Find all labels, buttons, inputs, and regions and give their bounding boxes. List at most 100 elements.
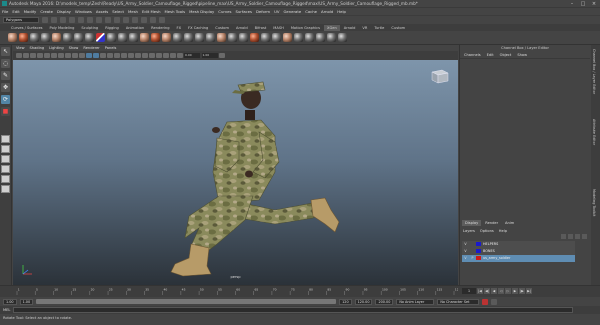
tab-render[interactable]: Render	[482, 220, 501, 226]
go-to-start-icon[interactable]: |◀	[477, 288, 483, 294]
camera-attributes-icon[interactable]	[23, 52, 29, 59]
paint-select-icon[interactable]: ✎	[1, 71, 10, 80]
menu-deform[interactable]: Deform	[256, 9, 270, 14]
open-scene-icon[interactable]	[51, 17, 57, 23]
shelf-tab[interactable]: Turtle	[371, 25, 387, 31]
smooth-shade-icon[interactable]	[93, 52, 99, 59]
redo-icon[interactable]	[78, 17, 84, 23]
layer-color-swatch[interactable]	[476, 242, 481, 247]
backface-culling-icon[interactable]	[177, 52, 183, 59]
move-layer-down-icon[interactable]	[568, 234, 573, 239]
menu-curves[interactable]: Curves	[218, 9, 231, 14]
menu-mesh-display[interactable]: Mesh Display	[189, 9, 214, 14]
command-input[interactable]	[13, 307, 574, 313]
depth-of-field-icon[interactable]	[149, 52, 155, 59]
step-forward-key-icon[interactable]: |▶	[519, 288, 525, 294]
layer-color-swatch[interactable]	[476, 249, 481, 254]
time-ticks[interactable]: 1 5 10 15 20 25 30 35 40 45 50 55 60 65 70 75 80 85 90 95 10…	[13, 287, 458, 295]
end-time-field[interactable]: 120.00	[354, 298, 373, 305]
menu-create[interactable]: Create	[40, 9, 53, 14]
persp-graph-layout-icon[interactable]	[1, 165, 10, 173]
shelf-tab[interactable]: Custom	[388, 25, 408, 31]
menu-cache[interactable]: Cache	[305, 9, 317, 14]
material-ball-icon[interactable]	[195, 33, 204, 42]
menu-mesh-tools[interactable]: Mesh Tools	[165, 9, 186, 14]
material-ball-icon[interactable]	[283, 33, 292, 42]
shelf-tab[interactable]: FX Caching	[185, 25, 211, 31]
material-ball-icon[interactable]	[184, 33, 193, 42]
select-component-icon[interactable]	[105, 17, 111, 23]
material-ball-icon[interactable]	[206, 33, 215, 42]
undo-icon[interactable]	[69, 17, 75, 23]
shelf-tab[interactable]: VR	[359, 25, 370, 31]
material-ball-icon[interactable]	[107, 33, 116, 42]
shelf-tab[interactable]: Poly Modeling	[47, 25, 78, 31]
step-forward-frame-icon[interactable]: ▶	[512, 288, 518, 294]
grid-icon[interactable]	[44, 52, 50, 59]
close-icon[interactable]: ×	[590, 1, 598, 7]
color-management-icon[interactable]	[219, 52, 225, 59]
antialiasing-icon[interactable]	[142, 52, 148, 59]
menu-windows[interactable]: Windows	[75, 9, 92, 14]
render-icon[interactable]	[141, 17, 147, 23]
rotate-tool-icon[interactable]: ⟳	[1, 95, 10, 104]
material-ball-icon[interactable]	[30, 33, 39, 42]
material-ball-icon[interactable]	[261, 33, 270, 42]
move-layer-up-icon[interactable]	[561, 234, 566, 239]
layer-menu-options[interactable]: Options	[480, 229, 494, 233]
hypershade-layout-icon[interactable]	[1, 185, 10, 193]
use-all-lights-icon[interactable]	[114, 52, 120, 59]
menu-edit-mesh[interactable]: Edit Mesh	[142, 9, 161, 14]
menu-assets[interactable]: Assets	[96, 9, 108, 14]
material-ball-icon[interactable]	[338, 33, 347, 42]
panel-menu-panels[interactable]: Panels	[105, 46, 117, 50]
shelf-tab[interactable]: Arnold	[341, 25, 359, 31]
material-ball-icon[interactable]	[217, 33, 226, 42]
range-slider-bar[interactable]	[36, 299, 337, 304]
material-ball-icon[interactable]	[239, 33, 248, 42]
layer-row[interactable]: V Pus_army_soldier	[462, 255, 575, 262]
ipr-render-icon[interactable]	[150, 17, 156, 23]
panel-menu-shading[interactable]: Shading	[30, 46, 45, 50]
motion-blur-icon[interactable]	[135, 52, 141, 59]
material-ball-icon[interactable]	[250, 33, 259, 42]
menu-select[interactable]: Select	[112, 9, 124, 14]
view-cube-icon[interactable]	[428, 68, 450, 84]
panel-menu-lighting[interactable]: Lighting	[49, 46, 64, 50]
xray-icon[interactable]	[163, 52, 169, 59]
gate-mask-icon[interactable]	[65, 52, 71, 59]
material-ball-icon[interactable]	[52, 33, 61, 42]
go-to-end-icon[interactable]: ▶|	[526, 288, 532, 294]
menu-display[interactable]: Display	[57, 9, 71, 14]
xray-joints-icon[interactable]	[170, 52, 176, 59]
panel-menu-view[interactable]: View	[16, 46, 25, 50]
select-tool-icon[interactable]: ↖	[1, 47, 10, 56]
tab-anim[interactable]: Anim	[502, 220, 517, 226]
play-forward-icon[interactable]: ▷	[505, 288, 511, 294]
menu-edit[interactable]: Edit	[12, 9, 19, 14]
material-ball-icon[interactable]	[8, 33, 17, 42]
panel-menu-show[interactable]: Show	[69, 46, 79, 50]
side-tab[interactable]: Channel Box / Layer Editor	[592, 49, 596, 94]
persp-outliner-layout-icon[interactable]	[1, 155, 10, 163]
playback-end-field[interactable]: 120	[339, 298, 352, 305]
material-ball-icon[interactable]	[19, 33, 28, 42]
layer-color-swatch[interactable]	[476, 256, 481, 261]
maximize-icon[interactable]: □	[579, 1, 587, 7]
new-layer-from-selection-icon[interactable]	[582, 234, 587, 239]
menu-arnold[interactable]: Arnold	[321, 9, 333, 14]
material-ball-icon[interactable]	[272, 33, 281, 42]
material-ball-icon[interactable]	[151, 33, 160, 42]
start-time-field[interactable]: 1.00	[3, 298, 17, 305]
shadows-icon[interactable]	[121, 52, 127, 59]
shelf-tab[interactable]: Custom	[212, 25, 232, 31]
menu-file[interactable]: File	[2, 9, 8, 14]
single-perspective-layout-icon[interactable]	[1, 135, 10, 143]
wireframe-on-shaded-icon[interactable]	[100, 52, 106, 59]
snap-grid-icon[interactable]	[114, 17, 120, 23]
new-scene-icon[interactable]	[42, 17, 48, 23]
step-back-frame-icon[interactable]: ◀	[491, 288, 497, 294]
material-ball-icon[interactable]	[305, 33, 314, 42]
field-chart-icon[interactable]	[72, 52, 78, 59]
material-ball-icon[interactable]	[327, 33, 336, 42]
